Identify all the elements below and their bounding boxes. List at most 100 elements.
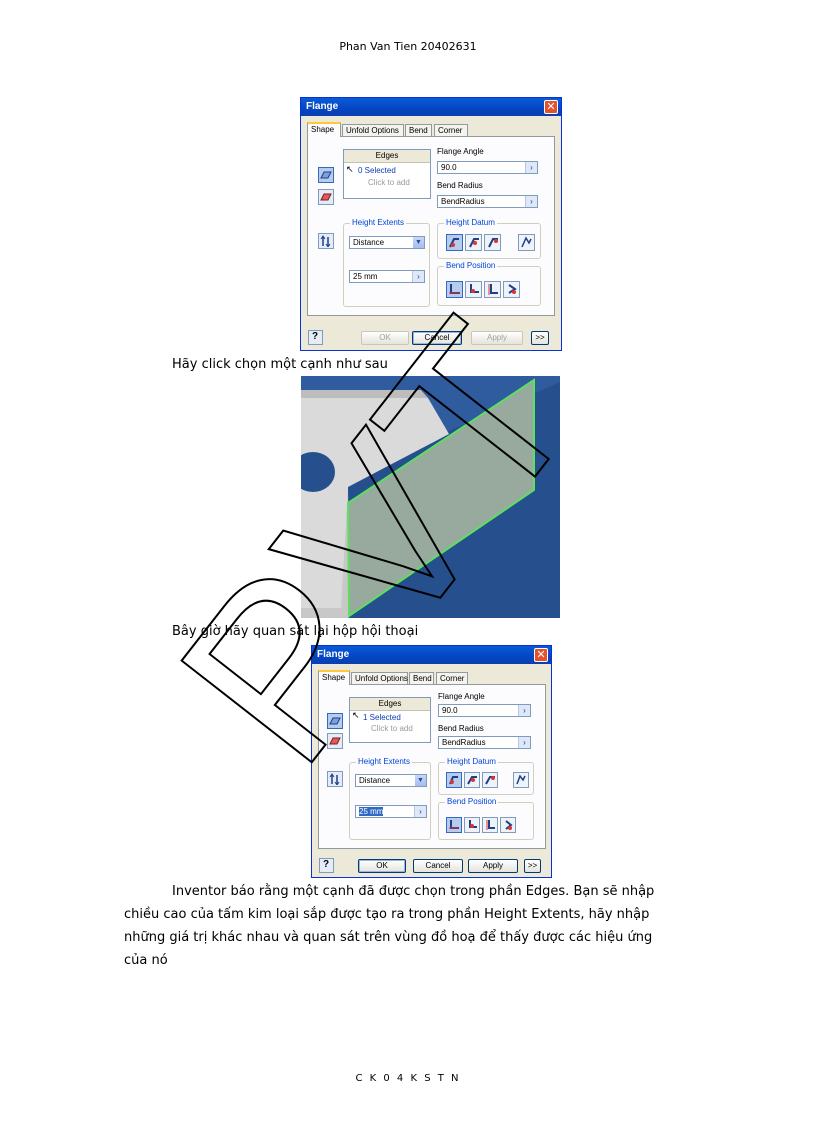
arrow-right-icon[interactable]: › — [414, 806, 426, 817]
datum-align-button[interactable] — [513, 772, 529, 788]
apply-button[interactable]: Apply — [468, 859, 518, 873]
sheet-metal-edge-top — [301, 390, 428, 398]
caption-observe-dialog: Bây giờ hãy quan sát lại hộp hội thoại — [172, 624, 419, 639]
datum-option-3-button[interactable] — [484, 234, 501, 251]
flip-direction-button[interactable] — [327, 771, 343, 787]
ok-button[interactable]: OK — [361, 331, 409, 345]
close-button[interactable]: ✕ — [544, 100, 558, 114]
tab-unfold-options[interactable]: Unfold Options — [351, 672, 408, 684]
datum-icon — [488, 238, 498, 248]
shape-panel: Edges ↖ 1 Selected Click to add Flange A… — [318, 684, 546, 849]
bend-position-2-button[interactable] — [464, 817, 480, 833]
datum-icon — [469, 238, 479, 248]
cursor-icon: ↖ — [346, 164, 354, 174]
bend-radius-label: Bend Radius — [438, 724, 484, 733]
height-datum-label: Height Datum — [445, 757, 498, 766]
tab-corner[interactable]: Corner — [434, 124, 468, 136]
more-button[interactable]: >> — [524, 859, 541, 873]
ok-button[interactable]: OK — [358, 859, 406, 873]
edge-select-button[interactable] — [327, 713, 343, 729]
tab-shape[interactable]: Shape — [307, 122, 341, 137]
arrow-right-icon[interactable]: › — [525, 196, 537, 207]
edge-select-icon — [320, 171, 332, 179]
arrow-right-icon[interactable]: › — [412, 271, 424, 282]
cancel-button[interactable]: Cancel — [412, 331, 462, 345]
paragraph-line-4: của nó — [124, 953, 168, 968]
datum-option-3-button[interactable] — [482, 772, 498, 788]
flip-direction-icon — [329, 773, 340, 785]
datum-icon — [449, 776, 458, 785]
bend-position-1-button[interactable] — [446, 281, 463, 298]
tab-bend[interactable]: Bend — [405, 124, 432, 136]
edge-remove-button[interactable] — [327, 733, 343, 749]
bend-position-3-button[interactable] — [482, 817, 498, 833]
help-icon: ? — [323, 859, 330, 870]
bend-position-2-button[interactable] — [465, 281, 482, 298]
apply-button[interactable]: Apply — [471, 331, 523, 345]
datum-icon — [449, 238, 459, 248]
flip-direction-button[interactable] — [318, 233, 334, 249]
dialog-title: Flange — [312, 646, 551, 664]
bend-position-icon — [486, 820, 495, 830]
height-value-field[interactable]: 25 mm › — [355, 805, 427, 818]
edge-select-button[interactable] — [318, 167, 334, 183]
edges-selected-count: 1 Selected — [363, 713, 401, 722]
align-icon — [516, 774, 526, 785]
close-button[interactable]: ✕ — [534, 648, 548, 662]
datum-icon — [467, 776, 477, 785]
cursor-icon: ↖ — [352, 710, 360, 720]
help-button[interactable]: ? — [308, 330, 323, 345]
height-extents-select[interactable]: Distance ▼ — [349, 236, 425, 249]
bend-position-icon — [470, 284, 479, 293]
edges-click-to-add: Click to add — [368, 178, 410, 187]
more-button[interactable]: >> — [531, 331, 549, 345]
height-extents-select[interactable]: Distance ▼ — [355, 774, 427, 787]
chevron-down-icon[interactable]: ▼ — [413, 237, 424, 248]
flange-angle-field[interactable]: 90.0 › — [438, 704, 531, 717]
bend-position-label: Bend Position — [444, 261, 498, 270]
height-datum-label: Height Datum — [444, 218, 497, 227]
eraser-icon — [329, 737, 341, 745]
height-value-field[interactable]: 25 mm › — [349, 270, 425, 283]
arrow-right-icon[interactable]: › — [525, 162, 537, 173]
datum-option-2-button[interactable] — [464, 772, 480, 788]
graphics-window[interactable] — [301, 376, 560, 618]
flip-direction-icon — [320, 235, 331, 247]
edges-selected-count: 0 Selected — [358, 166, 396, 175]
bend-position-4-button[interactable] — [500, 817, 516, 833]
height-datum-group: Height Datum — [438, 757, 534, 795]
page-footer: C K 0 4 K S T N — [355, 1073, 461, 1084]
flange-angle-field[interactable]: 90.0 › — [437, 161, 538, 174]
bend-position-1-button[interactable] — [446, 817, 462, 833]
chevron-down-icon[interactable]: ▼ — [415, 775, 426, 786]
tab-corner[interactable]: Corner — [436, 672, 468, 684]
paragraph-line-3: những giá trị khác nhau và quan sát trên… — [124, 930, 653, 945]
edges-header: Edges — [350, 698, 430, 711]
edges-click-to-add: Click to add — [371, 724, 413, 733]
bend-radius-label: Bend Radius — [437, 181, 483, 190]
bend-position-group: Bend Position — [438, 797, 534, 840]
datum-option-2-button[interactable] — [465, 234, 482, 251]
edges-list[interactable]: Edges ↖ 0 Selected Click to add — [343, 149, 431, 199]
datum-align-button[interactable] — [518, 234, 535, 251]
datum-option-1-button[interactable] — [446, 234, 463, 251]
bend-radius-field[interactable]: BendRadius › — [437, 195, 538, 208]
bend-position-icon — [508, 284, 517, 294]
flange-angle-label: Flange Angle — [437, 147, 484, 156]
align-icon — [521, 236, 532, 248]
arrow-right-icon[interactable]: › — [518, 705, 530, 716]
bend-radius-field[interactable]: BendRadius › — [438, 736, 531, 749]
edges-header: Edges — [344, 150, 430, 163]
arrow-right-icon[interactable]: › — [518, 737, 530, 748]
datum-option-1-button[interactable] — [446, 772, 462, 788]
bend-position-4-button[interactable] — [503, 281, 520, 298]
flange-angle-label: Flange Angle — [438, 692, 485, 701]
cancel-button[interactable]: Cancel — [413, 859, 463, 873]
tab-shape[interactable]: Shape — [318, 670, 350, 685]
edges-list[interactable]: Edges ↖ 1 Selected Click to add — [349, 697, 431, 743]
bend-position-3-button[interactable] — [484, 281, 501, 298]
edge-remove-button[interactable] — [318, 189, 334, 205]
tab-unfold-options[interactable]: Unfold Options — [342, 124, 404, 136]
help-button[interactable]: ? — [319, 858, 334, 873]
tab-bend[interactable]: Bend — [409, 672, 434, 684]
